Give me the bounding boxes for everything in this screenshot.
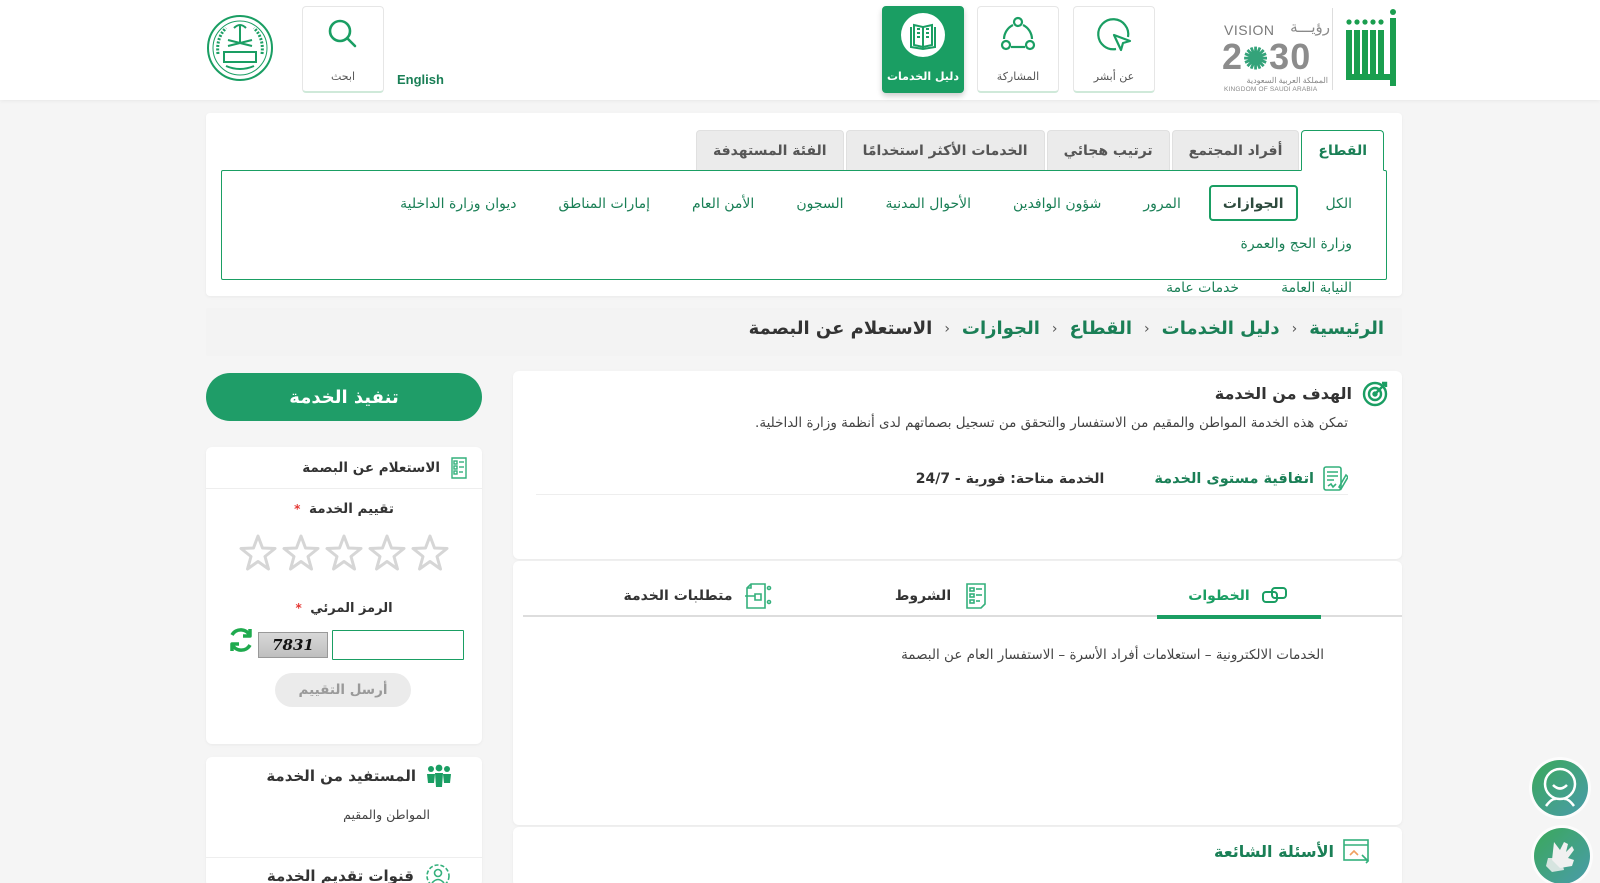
tab-most-used[interactable]: الخدمات الأكثر استخدامًا	[845, 130, 1045, 170]
sector-expatriate-affairs[interactable]: شؤون الوافدين	[999, 185, 1115, 221]
sector-public-prosecution[interactable]: النيابة العامة	[1267, 269, 1366, 305]
star-icon-1[interactable]	[410, 533, 450, 573]
service-details-card: الخطوات الشروط متطلبات الخدمة الخدمات ال…	[513, 561, 1402, 825]
beneficiary-card: المستفيد من الخدمة المواطن والمقيم قنوات…	[206, 757, 482, 883]
star-icon-4[interactable]	[281, 533, 321, 573]
vision-year: 2✺30	[1222, 36, 1312, 77]
breadcrumb-separator: ›	[1291, 320, 1298, 337]
sector-tabs: القطاع أفراد المجتمع ترتيب هجائي الخدمات…	[694, 130, 1384, 171]
checklist-icon	[966, 583, 986, 609]
target-icon	[1362, 381, 1388, 407]
sign-language-icon	[1546, 842, 1574, 872]
sign-language-button[interactable]	[1534, 828, 1590, 883]
breadcrumb-bar: الرئيسية › دليل الخدمات › القطاع › الجوا…	[206, 308, 1402, 356]
sector-passports[interactable]: الجوازات	[1208, 185, 1298, 221]
sector-prisons[interactable]: السجون	[782, 185, 857, 221]
sector-hajj-umrah[interactable]: وزارة الحج والعمرة	[1227, 225, 1366, 261]
search-button[interactable]: ابحث	[302, 6, 384, 93]
vision-2030-logo: VISION رؤيـــة 2✺30 المملكة العربية السع…	[1222, 19, 1330, 93]
sector-moi-diwan[interactable]: ديوان وزارة الداخلية	[386, 185, 530, 221]
support-chat-button[interactable]	[1532, 760, 1588, 816]
sector-regional-emirates[interactable]: إمارات المناطق	[544, 185, 664, 221]
breadcrumb-passports[interactable]: الجوازات	[962, 318, 1040, 339]
tab-requirements[interactable]: متطلبات الخدمة	[603, 575, 793, 617]
breadcrumb-separator: ›	[944, 320, 950, 337]
rating-label: تقييم الخدمة *	[294, 501, 394, 517]
sector-chips: الكل الجوازات المرور شؤون الوافدين الأحو…	[246, 185, 1366, 305]
logo-divider	[1332, 8, 1333, 90]
captcha-image: 7831	[258, 632, 328, 658]
sector-panel: القطاع أفراد المجتمع ترتيب هجائي الخدمات…	[206, 113, 1402, 296]
tab-steps[interactable]: الخطوات	[1157, 575, 1321, 619]
breadcrumb-sector[interactable]: القطاع	[1070, 318, 1132, 339]
cursor-click-icon	[1097, 18, 1132, 52]
faq-icon	[1343, 839, 1370, 864]
refresh-captcha-icon[interactable]	[226, 625, 256, 655]
sla-value: الخدمة متاحة: فورية - 24/7	[915, 470, 1105, 487]
service-tabs: الخطوات الشروط متطلبات الخدمة	[523, 561, 1402, 619]
nav-participation[interactable]: المشاركة	[977, 6, 1059, 93]
star-rating[interactable]	[238, 533, 450, 577]
requirements-icon	[744, 583, 771, 609]
beneficiary-value: المواطن والمقيم	[343, 807, 430, 822]
tab-community-members[interactable]: أفراد المجتمع	[1171, 130, 1300, 170]
tab-target-group[interactable]: الفئة المستهدفة	[696, 130, 844, 170]
captcha-label: الرمز المرئي *	[295, 601, 393, 616]
sla-row: اتفاقية مستوى الخدمة الخدمة متاحة: فورية…	[536, 463, 1348, 495]
steps-content: الخدمات الالكترونية – استعلامات أفراد ال…	[901, 647, 1324, 663]
sector-general-services[interactable]: خدمات عامة	[1152, 269, 1253, 305]
send-rating-button[interactable]: أرسل التقييم	[275, 673, 411, 707]
sla-title: اتفاقية مستوى الخدمة	[1154, 465, 1348, 493]
breadcrumb-current: الاستعلام عن البصمة	[748, 318, 933, 339]
captcha-input[interactable]	[332, 630, 464, 660]
share-network-icon	[1000, 16, 1036, 51]
ministry-of-interior-emblem	[207, 15, 273, 81]
tab-alphabetical[interactable]: ترتيب هجائي	[1046, 130, 1170, 170]
star-icon-2[interactable]	[367, 533, 407, 573]
tab-conditions[interactable]: الشروط	[853, 575, 1033, 617]
people-group-icon	[427, 764, 451, 787]
breadcrumb-separator: ›	[1144, 320, 1150, 337]
faq-heading[interactable]: الأسئلة الشائعة	[1214, 837, 1372, 865]
search-icon	[328, 19, 357, 48]
divider	[206, 857, 482, 858]
site-header: VISION رؤيـــة 2✺30 المملكة العربية السع…	[0, 0, 1600, 100]
goal-description: تمكن هذه الخدمة المواطن والمقيم من الاست…	[755, 415, 1348, 431]
sector-all[interactable]: الكل	[1312, 185, 1367, 221]
support-chat-icon	[1543, 767, 1577, 807]
required-asterisk: *	[295, 601, 302, 615]
absher-logo[interactable]	[1337, 8, 1397, 90]
goal-heading: الهدف من الخدمة	[1215, 379, 1390, 407]
agreement-document-icon	[1323, 465, 1348, 491]
tab-sector[interactable]: القطاع	[1301, 130, 1384, 171]
sector-public-security[interactable]: الأمن العام	[678, 185, 768, 221]
nav-about-absher[interactable]: عن أبشر	[1073, 6, 1155, 93]
beneficiary-heading: المستفيد من الخدمة	[266, 763, 452, 789]
rating-card: الاستعلام عن البصمة تقييم الخدمة * الرمز…	[206, 447, 482, 744]
breadcrumb-services-guide[interactable]: دليل الخدمات	[1162, 318, 1280, 339]
breadcrumb-separator: ›	[1051, 320, 1058, 337]
nav-services-guide[interactable]: دليل الخدمات	[882, 6, 964, 93]
faq-card[interactable]: الأسئلة الشائعة	[513, 827, 1402, 883]
service-document-icon	[451, 456, 467, 479]
book-icon	[910, 23, 936, 51]
star-icon-3[interactable]	[324, 533, 364, 573]
breadcrumb: الرئيسية › دليل الخدمات › القطاع › الجوا…	[749, 318, 1384, 339]
required-asterisk: *	[294, 502, 301, 516]
steps-icon	[1261, 587, 1287, 603]
service-channels-icon	[426, 864, 450, 883]
breadcrumb-home[interactable]: الرئيسية	[1309, 318, 1384, 339]
channels-heading: قنوات تقديم الخدمة	[267, 863, 452, 883]
sector-list-box: الكل الجوازات المرور شؤون الوافدين الأحو…	[221, 170, 1387, 296]
service-goal-card: الهدف من الخدمة تمكن هذه الخدمة المواطن …	[513, 371, 1402, 559]
star-icon-5[interactable]	[238, 533, 278, 573]
sector-civil-affairs[interactable]: الأحوال المدنية	[872, 185, 986, 221]
rating-card-header: الاستعلام عن البصمة	[206, 447, 482, 489]
execute-service-button[interactable]: تنفيذ الخدمة	[206, 373, 482, 421]
language-switch-link[interactable]: English	[397, 72, 444, 87]
sector-traffic[interactable]: المرور	[1129, 185, 1195, 221]
